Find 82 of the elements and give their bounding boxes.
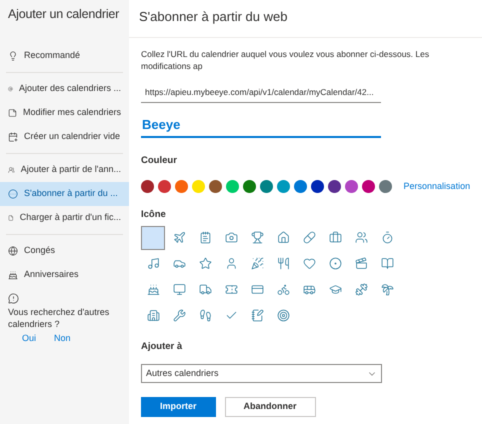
plane-icon [172,231,186,244]
music-note-icon [146,257,160,270]
people-icon [354,231,368,244]
bike-icon [276,283,290,296]
color-swatch[interactable] [294,180,307,194]
sidebar-item[interactable]: S'abonner à partir du ... [0,182,129,206]
book-icon [380,257,394,270]
target-icon [276,309,290,322]
name-input-field[interactable]: Beeye [141,115,381,138]
building-icon [146,309,160,322]
sidebar-item[interactable]: Recommandé [0,44,129,68]
sidebar-title: Ajouter un calendrier [8,6,120,22]
url-input-field[interactable]: https://apieu.mybeeye.com/api/v1/calendar/myCalendar/42... [141,86,381,104]
notebook-pen-icon [250,309,264,322]
color-swatch[interactable] [378,180,392,194]
feedback-icon [8,293,19,304]
trophy-icon [250,231,264,244]
ellipsis-circle-icon [8,189,18,199]
truck-icon [198,283,212,296]
color-swatch[interactable] [260,180,273,194]
utensils-icon [276,257,290,270]
feedback-question: Vous recherchez d'autres calendriers ? [8,306,110,330]
icon-label: Icône [141,208,167,222]
sidebar-item[interactable]: Ajouter à partir de l'ann... [0,158,129,182]
people-icon [8,165,15,175]
globe-icon [8,246,18,256]
bus-icon [302,283,316,296]
add-to-label: Ajouter à [141,340,184,354]
camera-icon [224,231,238,244]
file-icon [8,213,14,223]
calendar-select[interactable]: Autres calendriers [141,364,382,383]
sidebar-item[interactable]: Ajouter des calendriers ... [0,77,129,101]
dumbbell-icon [354,283,368,296]
heart-icon [302,257,316,270]
wrench-icon [172,309,186,322]
person-icon [224,257,238,270]
color-swatch[interactable] [328,180,341,194]
import-button[interactable]: Importer [141,397,216,417]
no-link[interactable]: Non [54,332,71,346]
customize-link[interactable]: Personnalisation [404,180,470,194]
sidebar-item[interactable]: Créer un calendrier vide [0,125,129,149]
sidebar-item[interactable]: Modifier mes calendriers [0,101,129,125]
color-swatch[interactable] [310,180,324,194]
notepad-icon [198,231,212,244]
palm-tree-icon [380,283,394,296]
color-swatch[interactable] [242,180,256,194]
calendar-plus-icon [8,132,18,142]
color-swatch[interactable] [226,180,239,194]
color-swatch[interactable] [208,180,222,194]
color-swatch[interactable] [141,180,154,194]
description-text: Collez l'URL du calendrier auquel vous voulez vous abonner ci-dessous. Les modifications ap [141,48,430,72]
color-swatch[interactable] [362,180,375,194]
lightbulb-icon [8,51,18,61]
timer-icon [380,231,394,244]
ticket-icon [224,283,238,296]
color-swatch[interactable] [344,180,358,194]
color-swatch[interactable] [174,180,188,194]
house-icon [276,231,290,244]
sidebar-item[interactable]: Congés [0,239,129,263]
at-sign-icon [8,84,13,94]
clapperboard-icon [354,257,368,270]
graduation-cap-icon [328,283,342,296]
color-label: Couleur [141,154,178,168]
yes-link[interactable]: Oui [22,332,36,346]
sidebar-item[interactable]: Charger à partir d'un fic... [0,206,129,230]
briefcase-icon [328,231,342,244]
color-swatch[interactable] [158,180,171,194]
monitor-icon [172,283,186,296]
icon-option[interactable] [141,226,165,250]
star-icon [198,257,212,270]
party-icon [250,257,264,270]
color-swatch[interactable] [276,180,290,194]
sidebar-item[interactable]: Anniversaires [0,263,129,287]
panel-title: S'abonner à partir du web [129,0,482,38]
note-icon [8,108,17,118]
footprints-icon [198,309,212,322]
ball-icon [328,257,342,270]
color-swatch[interactable] [192,180,205,194]
pill-icon [302,231,316,244]
credit-card-icon [250,283,264,296]
cancel-button[interactable]: Abandonner [224,397,316,417]
cake-icon [8,270,18,280]
